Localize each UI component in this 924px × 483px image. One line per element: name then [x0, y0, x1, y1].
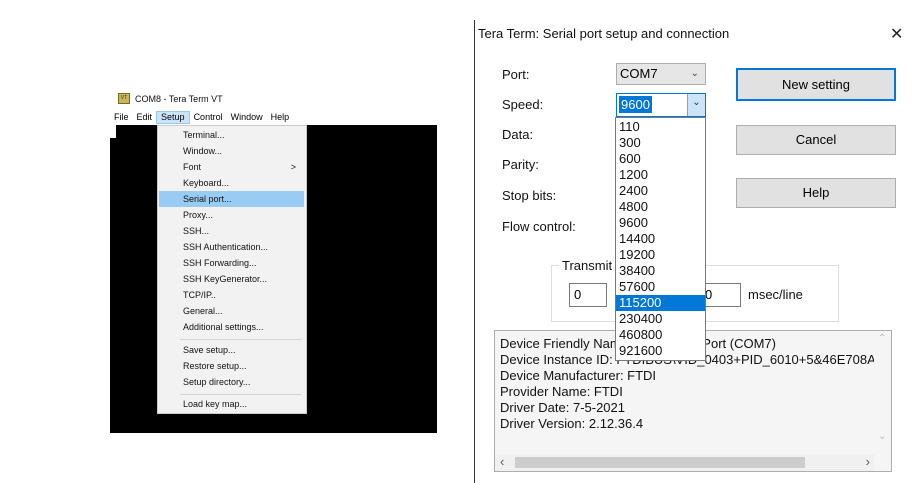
- speed-option[interactable]: 300: [616, 135, 705, 151]
- scroll-left-icon[interactable]: ‹: [500, 454, 504, 469]
- cancel-button[interactable]: Cancel: [736, 125, 896, 155]
- speed-option[interactable]: 110: [616, 119, 705, 135]
- menu-separator: [180, 394, 302, 395]
- chevron-down-icon: ⌄: [690, 68, 699, 79]
- speed-option[interactable]: 600: [616, 151, 705, 167]
- horizontal-scrollbar[interactable]: ‹ ›: [495, 454, 874, 471]
- speed-option[interactable]: 14400: [616, 231, 705, 247]
- msec-line-label: msec/line: [748, 287, 803, 302]
- port-select[interactable]: COM7 ⌄: [616, 63, 706, 85]
- speed-option[interactable]: 460800: [616, 327, 705, 343]
- speed-option[interactable]: 9600: [616, 215, 705, 231]
- scroll-right-icon[interactable]: ›: [866, 454, 870, 469]
- scroll-up-icon[interactable]: ⌃: [878, 333, 886, 344]
- port-value: COM7: [620, 66, 658, 81]
- speed-option[interactable]: 1200: [616, 167, 705, 183]
- terminal-cursor: [110, 125, 116, 138]
- speed-option[interactable]: 2400: [616, 183, 705, 199]
- menu-item-ssh[interactable]: SSH...: [159, 223, 304, 239]
- speed-option-highlighted[interactable]: 115200: [616, 295, 705, 311]
- parity-label: Parity:: [502, 157, 539, 172]
- menu-item-font[interactable]: Font >: [159, 159, 304, 175]
- menu-item-general[interactable]: General...: [159, 303, 304, 319]
- menu-item-tcpip[interactable]: TCP/IP..: [159, 287, 304, 303]
- speed-option[interactable]: 19200: [616, 247, 705, 263]
- teraterm-app-icon: VT: [118, 93, 130, 104]
- help-button[interactable]: Help: [736, 178, 896, 208]
- menu-control[interactable]: Control: [190, 111, 227, 124]
- menu-item-ssh-forwarding[interactable]: SSH Forwarding...: [159, 255, 304, 271]
- setup-menu: Terminal... Window... Font > Keyboard... …: [157, 125, 307, 414]
- menu-window[interactable]: Window: [227, 111, 267, 124]
- menu-item-keyboard[interactable]: Keyboard...: [159, 175, 304, 191]
- info-line: Driver Date: 7-5-2021: [500, 400, 625, 415]
- speed-select[interactable]: 9600 ⌄: [616, 93, 706, 117]
- speed-option[interactable]: 57600: [616, 279, 705, 295]
- menu-item-setup-directory[interactable]: Setup directory...: [159, 374, 304, 390]
- menu-item-load-key-map[interactable]: Load key map...: [159, 396, 304, 412]
- menubar: File Edit Setup Control Window Help: [110, 111, 293, 124]
- delay-char-input[interactable]: 0: [569, 283, 607, 307]
- window-title: COM8 - Tera Term VT: [135, 93, 223, 104]
- menu-item-proxy[interactable]: Proxy...: [159, 207, 304, 223]
- menu-file[interactable]: File: [110, 111, 133, 124]
- close-icon[interactable]: ✕: [890, 24, 903, 44]
- scroll-down-icon[interactable]: ⌄: [878, 431, 886, 442]
- menu-item-serial-port[interactable]: Serial port...: [159, 191, 304, 207]
- font-label: Font: [183, 162, 202, 172]
- menu-item-ssh-authentication[interactable]: SSH Authentication...: [159, 239, 304, 255]
- menu-item-restore-setup[interactable]: Restore setup...: [159, 358, 304, 374]
- menu-item-additional-settings[interactable]: Additional settings...: [159, 319, 304, 335]
- new-setting-button[interactable]: New setting: [736, 68, 896, 101]
- menu-edit[interactable]: Edit: [133, 111, 157, 124]
- speed-label: Speed:: [502, 97, 544, 112]
- menu-help[interactable]: Help: [267, 111, 294, 124]
- menu-setup[interactable]: Setup: [156, 111, 190, 124]
- speed-option[interactable]: 4800: [616, 199, 705, 215]
- stop-bits-label: Stop bits:: [502, 188, 557, 203]
- menu-item-window[interactable]: Window...: [159, 143, 304, 159]
- menu-item-terminal[interactable]: Terminal...: [159, 127, 304, 143]
- menu-item-save-setup[interactable]: Save setup...: [159, 342, 304, 358]
- flow-control-label: Flow control:: [502, 219, 576, 234]
- scrollbar-thumb[interactable]: [515, 457, 805, 468]
- speed-option[interactable]: 230400: [616, 311, 705, 327]
- speed-value: 9600: [619, 96, 652, 113]
- data-label: Data:: [502, 127, 534, 142]
- chevron-down-icon[interactable]: ⌄: [687, 94, 705, 116]
- delay-line-input[interactable]: 0: [700, 283, 741, 307]
- speed-option[interactable]: 921600: [616, 343, 705, 359]
- info-line: Device Manufacturer: FTDI: [500, 368, 657, 383]
- speed-option[interactable]: 38400: [616, 263, 705, 279]
- info-line: Driver Version: 2.12.36.4: [500, 416, 644, 431]
- menu-separator: [180, 339, 302, 340]
- menu-item-ssh-keygenerator[interactable]: SSH KeyGenerator...: [159, 271, 304, 287]
- speed-dropdown-list: 110 300 600 1200 2400 4800 9600 14400 19…: [615, 117, 706, 361]
- vertical-scrollbar[interactable]: ⌃ ⌄: [874, 331, 891, 454]
- dialog-title: Tera Term: Serial port setup and connect…: [478, 26, 730, 41]
- chevron-right-icon: >: [290, 162, 296, 172]
- info-line: Provider Name: FTDI: [500, 384, 623, 399]
- teraterm-titlebar: VT COM8 - Tera Term VT: [118, 93, 223, 104]
- port-label: Port:: [502, 67, 530, 82]
